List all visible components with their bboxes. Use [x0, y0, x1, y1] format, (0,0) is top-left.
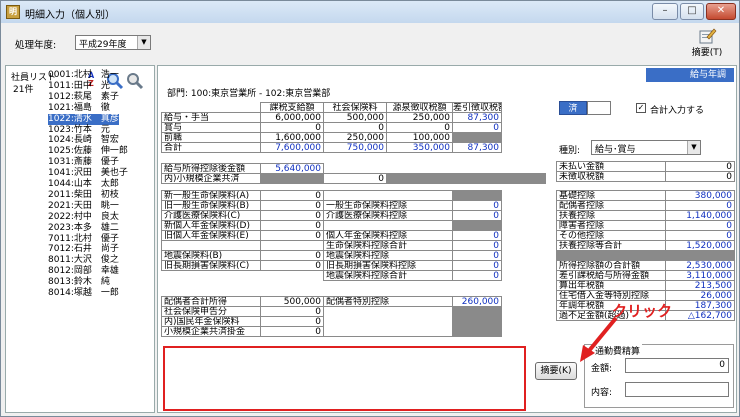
- insurance-value[interactable]: 0: [260, 260, 324, 271]
- insurance-label: 旧長期損害保険料(C): [161, 260, 261, 271]
- small-biz-label: 内)小規模企業共済: [161, 173, 261, 184]
- kind-label: 種別:: [559, 146, 581, 156]
- summary-button[interactable]: 摘要(K): [535, 362, 577, 380]
- summary-toolbar-label: 摘要(T): [691, 48, 723, 58]
- minimize-button[interactable]: –: [652, 3, 678, 20]
- employee-list-item[interactable]: 1041:沢田 美也子: [48, 168, 128, 179]
- year-select[interactable]: 平成29年度 ▼: [75, 35, 151, 50]
- uncollected-value[interactable]: 0: [665, 171, 735, 182]
- combined-checkbox[interactable]: ✓: [636, 103, 646, 113]
- employee-list-item[interactable]: 1012:萩尾 素子: [48, 92, 119, 103]
- maximize-button[interactable]: □: [680, 3, 704, 20]
- employee-list-item[interactable]: 2023:本多 雄二: [48, 223, 119, 234]
- employee-list-item[interactable]: 1021:福島 徹: [48, 103, 110, 114]
- employee-list-item[interactable]: 1023:竹本 元: [48, 125, 110, 136]
- employee-list-item[interactable]: 2011:柴田 初枝: [48, 190, 119, 201]
- toolbar: 処理年度: 平成29年度 ▼ 摘要(T): [1, 23, 739, 65]
- uncollected-label: 未徴収税額: [556, 171, 666, 182]
- year-value: 平成29年度: [79, 40, 127, 50]
- employee-list-item[interactable]: 2021:天田 眺一: [48, 201, 119, 212]
- minimize-icon: –: [662, 5, 668, 16]
- check-icon: ✓: [637, 103, 645, 112]
- small-biz-ded-label: 小規模企業共済掛金: [161, 326, 261, 337]
- small-biz-ded-value[interactable]: 0: [260, 326, 324, 337]
- income-cell[interactable]: 7,600,000: [260, 142, 324, 153]
- income-cell[interactable]: 350,000: [386, 142, 453, 153]
- annotation-text: クリック: [612, 302, 673, 320]
- tax-deduction-value[interactable]: △162,700: [665, 310, 735, 321]
- app-icon: 明: [6, 5, 20, 19]
- close-icon: ✕: [716, 5, 726, 16]
- close-button[interactable]: ✕: [706, 3, 736, 20]
- summary-toolbar-button[interactable]: 摘要(T): [681, 27, 733, 61]
- app-window: 明 明細入力（個人別） – □ ✕ 処理年度: 平成29年度 ▼ 摘要(T) 社…: [0, 0, 740, 417]
- memo-textarea[interactable]: [163, 346, 526, 411]
- employee-list-item[interactable]: 8014:塚越 一郎: [48, 288, 119, 299]
- employee-list-panel: 社員リスト 21件 AZ 0001:北村 浩一 1011:田中 光 1012:萩尾 …: [5, 65, 155, 413]
- employee-list-item[interactable]: 1025:佐藤 伸一郎: [48, 146, 128, 157]
- employee-list-item[interactable]: 1031:斎藤 優子: [48, 157, 119, 168]
- travel-content-input[interactable]: [625, 382, 729, 397]
- deduction-label: 地震保険料控除合計: [323, 270, 453, 281]
- chevron-down-icon: ▼: [687, 141, 700, 154]
- travel-amount-label: 金額:: [591, 364, 613, 374]
- employee-list-item[interactable]: 8012:岡部 幸雄: [48, 266, 119, 277]
- maximize-icon: □: [687, 5, 697, 16]
- travel-header: 通勤費精算: [593, 344, 643, 357]
- employee-list-item[interactable]: 8013:鈴木 純: [48, 277, 110, 288]
- title-bar: 明 明細入力（個人別） – □ ✕: [1, 1, 739, 23]
- small-biz-value[interactable]: 0: [323, 173, 387, 184]
- employee-list-item[interactable]: 7012:石井 尚子: [48, 244, 119, 255]
- small-biz-grey: [260, 173, 324, 184]
- employee-list-item[interactable]: 0001:北村 浩一: [48, 70, 119, 81]
- income-cell[interactable]: 750,000: [323, 142, 387, 153]
- main-panel: 給与年調 部門: 100:東京営業所 - 102:東京営業部 課税支給額 社会保険…: [157, 65, 737, 413]
- employee-list-item[interactable]: 1011:田中 光: [48, 81, 110, 92]
- travel-amount-input[interactable]: 0: [625, 358, 729, 373]
- year-label: 処理年度:: [15, 40, 57, 51]
- kind-value: 給与･賞与: [595, 145, 636, 155]
- employee-list-item[interactable]: 1024:長崎 智宏: [48, 135, 119, 146]
- employee-list-item[interactable]: 1022:清水 真彦: [48, 113, 119, 125]
- grey-block: [452, 306, 502, 337]
- memo-pencil-icon: [697, 27, 717, 45]
- travel-content-label: 内容:: [591, 388, 613, 398]
- employee-list-item[interactable]: 1044:山本 太郎: [48, 179, 119, 190]
- department-label: 部門: 100:東京営業所 - 102:東京営業部: [167, 89, 331, 99]
- tab-year-end-adjustment[interactable]: 給与年調: [646, 68, 734, 82]
- employee-count: 21件: [13, 85, 34, 95]
- chevron-down-icon: ▼: [137, 36, 150, 49]
- search-next-icon[interactable]: [126, 72, 144, 90]
- unsettled-toggle[interactable]: [587, 101, 611, 115]
- employee-list-item[interactable]: 7011:北村 優子: [48, 234, 119, 245]
- settled-toggle[interactable]: 済: [559, 101, 587, 115]
- travel-expense-group: 通勤費精算 金額: 0 内容:: [584, 344, 734, 408]
- combined-checkbox-label: 合計入力する: [650, 106, 705, 116]
- kind-select[interactable]: 給与･賞与 ▼: [591, 140, 701, 155]
- blank-mid-block: [323, 306, 453, 337]
- small-biz-filler: [386, 173, 546, 184]
- window-title: 明細入力（個人別）: [25, 10, 115, 21]
- income-cell[interactable]: 87,300: [452, 142, 502, 153]
- income-row-label: 合計: [161, 142, 261, 153]
- employee-list-item[interactable]: 8011:大沢 俊之: [48, 255, 119, 266]
- deduction-value[interactable]: 0: [452, 270, 502, 281]
- employee-list-item[interactable]: 2022:村中 良太: [48, 212, 119, 223]
